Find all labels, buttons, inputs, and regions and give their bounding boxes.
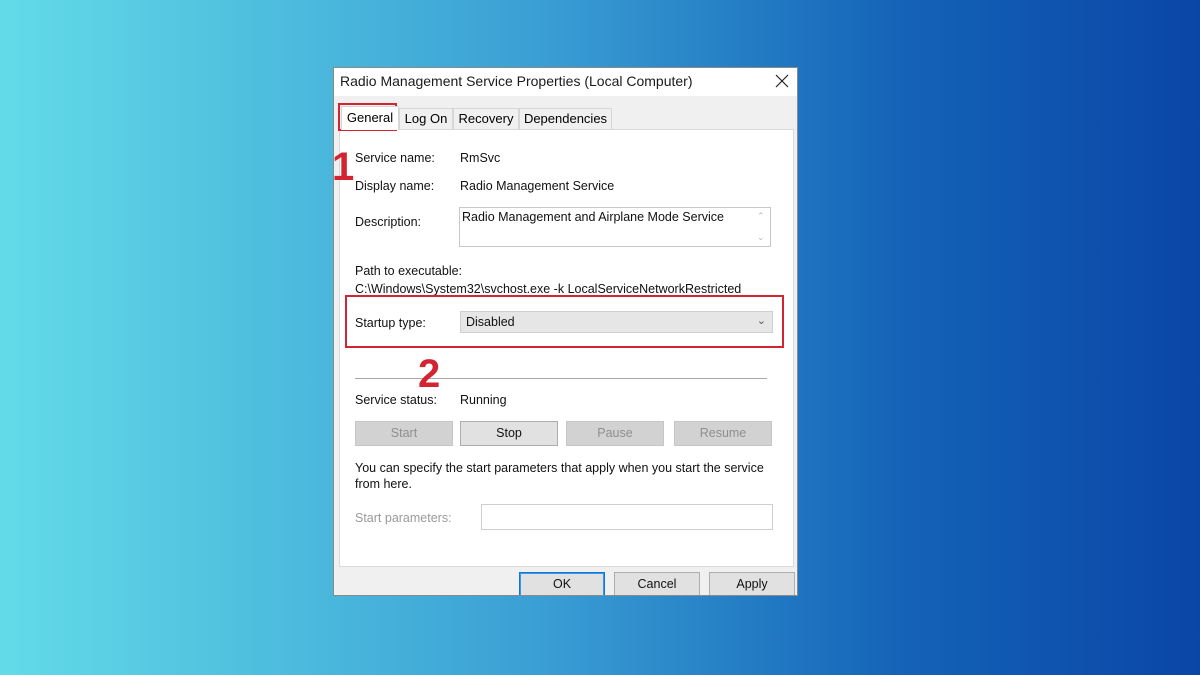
cancel-button[interactable]: Cancel [614, 572, 700, 595]
service-status-value: Running [460, 393, 507, 407]
step-1-marker: 1 [332, 145, 355, 189]
start-params-label: Start parameters: [355, 511, 452, 525]
start-params-hint: You can specify the start parameters tha… [355, 461, 764, 475]
pause-button[interactable]: Pause [566, 421, 664, 446]
apply-button[interactable]: Apply [709, 572, 795, 595]
tab-dependencies[interactable]: Dependencies [519, 108, 612, 129]
description-label: Description: [355, 215, 421, 229]
start-params-hint-line2: from here. [355, 477, 412, 491]
startup-type-value: Disabled [466, 315, 515, 329]
path-value: C:\Windows\System32\svchost.exe -k Local… [355, 282, 742, 296]
separator-line [355, 378, 767, 379]
general-tab-panel: Service name: RmSvc Display name: Radio … [339, 129, 794, 567]
dialog-body: General Log On Recovery Dependencies Ser… [334, 96, 797, 595]
startup-type-label: Startup type: [355, 316, 426, 330]
window-title: Radio Management Service Properties (Loc… [340, 73, 693, 89]
close-button[interactable] [771, 70, 793, 92]
tab-recovery[interactable]: Recovery [453, 108, 519, 129]
scroll-up-icon[interactable]: ⌃ [757, 211, 765, 222]
tab-general[interactable]: General [341, 106, 399, 130]
stop-button[interactable]: Stop [460, 421, 558, 446]
chevron-down-icon: ⌄ [756, 315, 766, 327]
description-value: Radio Management and Airplane Mode Servi… [462, 210, 724, 224]
title-bar: Radio Management Service Properties (Loc… [334, 68, 797, 96]
path-label: Path to executable: [355, 264, 463, 278]
step-2-marker: 2 [418, 352, 441, 396]
description-scrollbar[interactable]: ⌃ ⌄ [754, 208, 770, 246]
close-icon [775, 74, 789, 88]
startup-type-dropdown[interactable]: Disabled ⌄ [460, 311, 773, 333]
resume-button[interactable]: Resume [674, 421, 772, 446]
service-name-value: RmSvc [460, 151, 501, 165]
display-name-value: Radio Management Service [460, 179, 615, 193]
start-button[interactable]: Start [355, 421, 453, 446]
start-params-input[interactable] [481, 504, 773, 530]
display-name-label: Display name: [355, 179, 435, 193]
description-box[interactable]: Radio Management and Airplane Mode Servi… [459, 207, 771, 247]
ok-button[interactable]: OK [519, 572, 605, 595]
service-name-label: Service name: [355, 151, 435, 165]
properties-dialog: Radio Management Service Properties (Loc… [333, 67, 798, 596]
tab-log-on[interactable]: Log On [399, 108, 453, 129]
scroll-down-icon[interactable]: ⌄ [757, 232, 765, 243]
